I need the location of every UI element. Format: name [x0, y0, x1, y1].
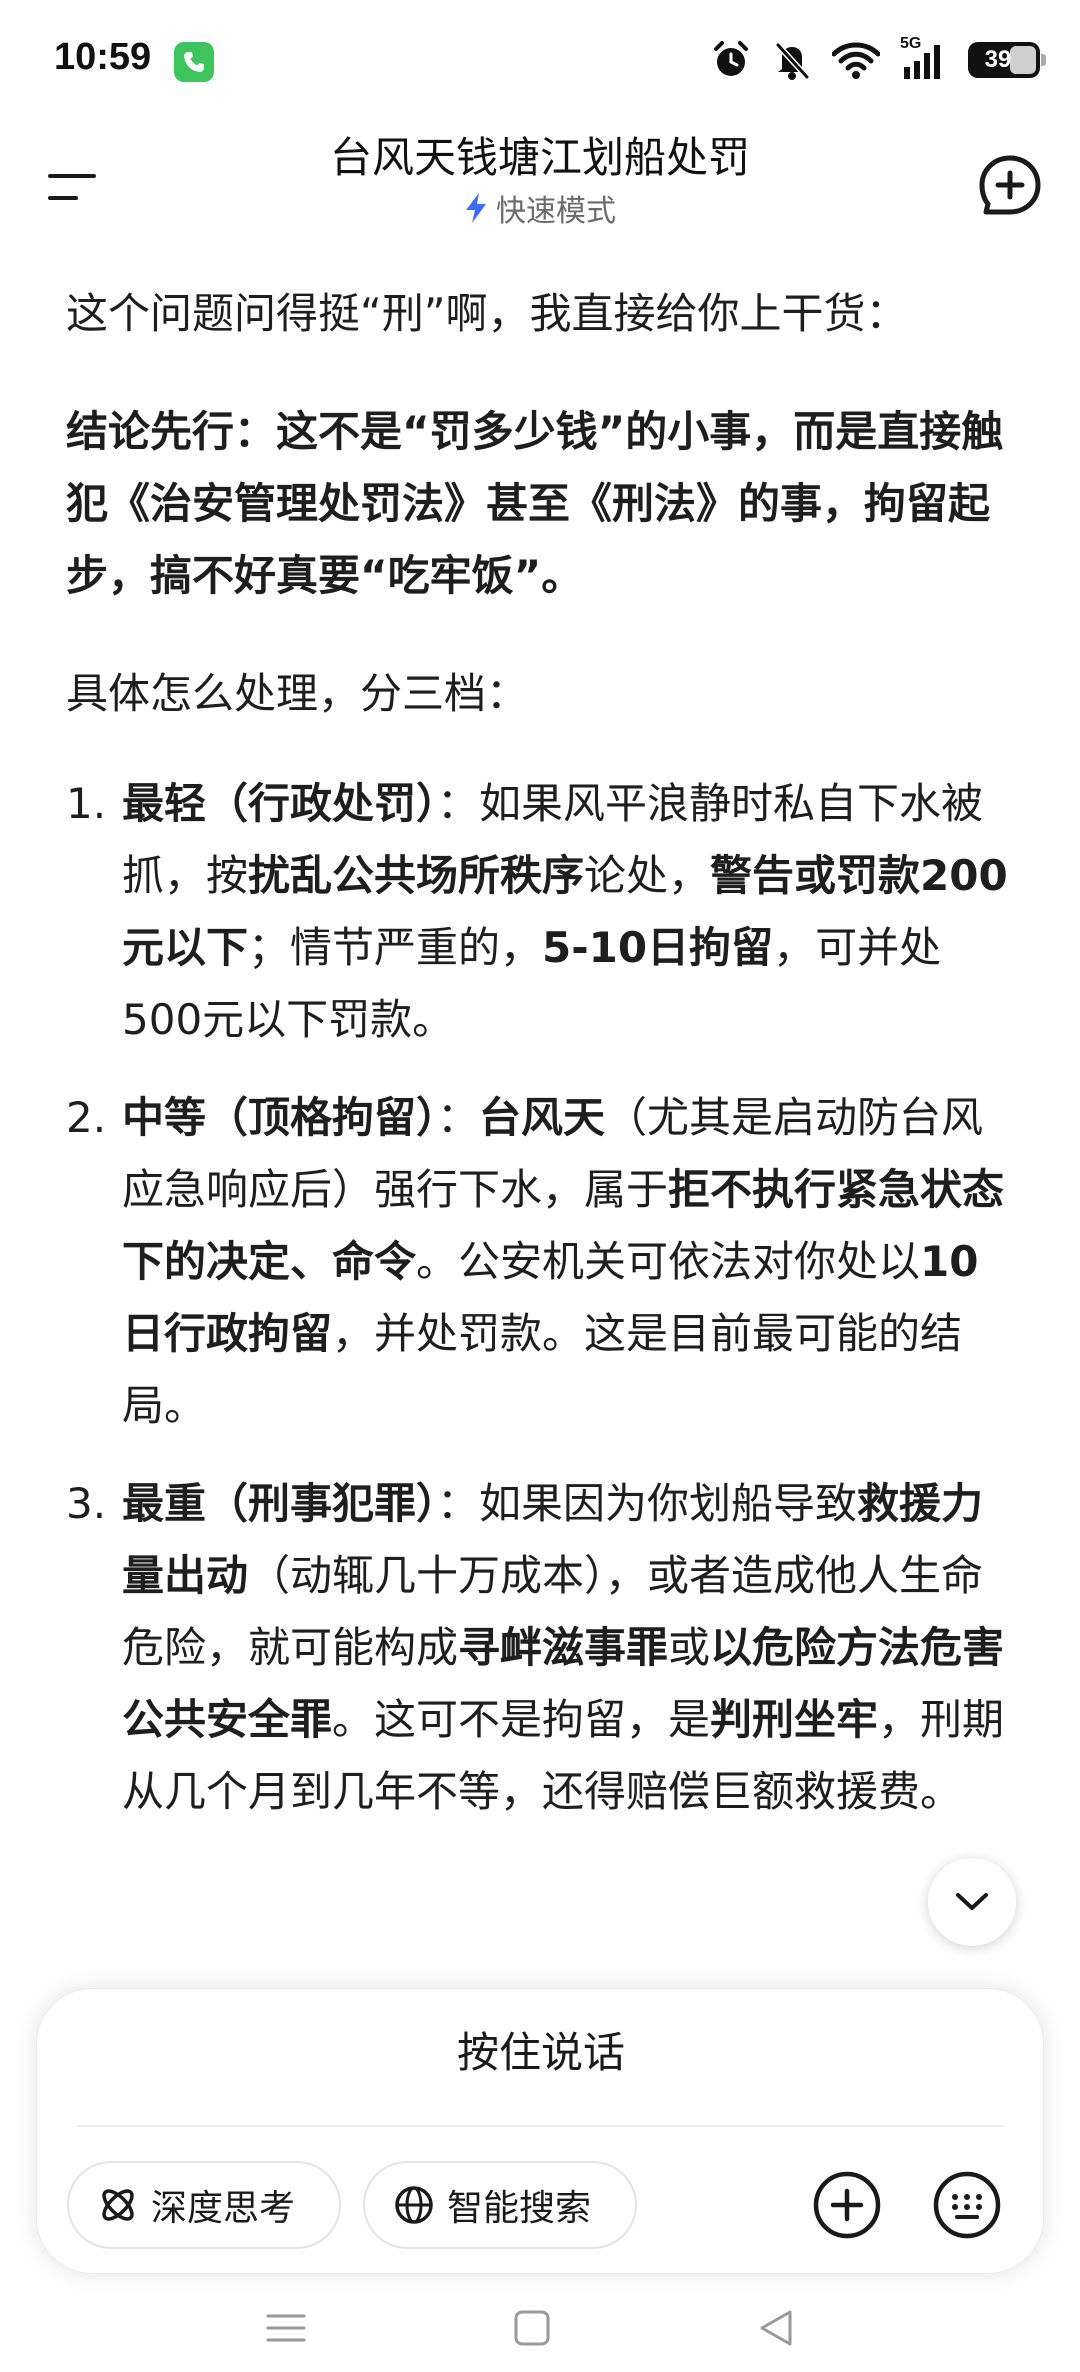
item-text: 如果因为你划船导致	[479, 1479, 858, 1528]
item-text: ；情节严重的，	[248, 923, 543, 972]
status-icons: 5G 39	[710, 35, 1046, 84]
lightning-icon	[466, 193, 486, 223]
new-chat-icon	[979, 155, 1041, 215]
item-sep: ：	[437, 1093, 480, 1142]
input-panel: 按住说话 深度思考 智能搜索	[36, 1988, 1044, 2274]
item-text: 或	[668, 1623, 711, 1672]
item-sep: ：	[437, 779, 480, 828]
wifi-icon	[832, 42, 880, 79]
item-text: 论处，	[584, 851, 711, 900]
chat-header: 台风天钱塘江划船处罚 快速模式	[0, 120, 1080, 260]
item-bold: 寻衅滋事罪	[458, 1623, 669, 1672]
home-icon[interactable]	[512, 2308, 552, 2348]
add-attachment-button[interactable]	[803, 2161, 891, 2249]
back-icon[interactable]	[756, 2308, 796, 2348]
mode-indicator[interactable]: 快速模式	[0, 186, 1080, 230]
chevron-down-icon	[956, 1893, 988, 1910]
mode-label: 快速模式	[496, 194, 616, 229]
page-title[interactable]: 台风天钱塘江划船处罚	[0, 124, 1080, 185]
new-chat-button[interactable]	[974, 150, 1046, 222]
list-number: 2.	[66, 1093, 107, 1142]
list-item: 2. 中等（顶格拘留）：台风天（尤其是启动防台风应急响应后）强行下水，属于拒不执…	[66, 1082, 1016, 1442]
mute-bell-icon	[775, 42, 810, 80]
smart-search-label: 智能搜索	[447, 2188, 592, 2229]
divider	[77, 2125, 1005, 2127]
list-number: 3.	[66, 1479, 107, 1528]
list-item: 1. 最轻（行政处罚）：如果风平浪静时私自下水被抓，按扰乱公共场所秩序论处，警告…	[66, 768, 1016, 1056]
lead-text: 具体怎么处理，分三档：	[66, 669, 529, 718]
scroll-down-button[interactable]	[928, 1858, 1016, 1946]
plus-circle-icon	[813, 2171, 881, 2239]
item-text: 。这可不是拘留，是	[332, 1695, 711, 1744]
item-title: 中等（顶格拘留）	[122, 1093, 438, 1142]
alarm-icon	[714, 41, 748, 76]
system-nav-bar	[0, 2300, 1080, 2372]
list-item: 3. 最重（刑事犯罪）：如果因为你划船导致救援力量出动（动辄几十万成本），或者造…	[66, 1468, 1016, 1828]
status-bar: 10:59 5G 39	[0, 0, 1080, 120]
chat-message: 这个问题问得挺“刑”啊，我直接给你上干货： 结论先行：这不是“罚多少钱”的小事，…	[66, 280, 1016, 1854]
item-bold: 判刑坐牢	[710, 1695, 879, 1744]
item-sep: ：	[437, 1479, 480, 1528]
globe-icon	[395, 2186, 433, 2224]
signal-icon: 5G	[900, 35, 948, 81]
item-bold: 台风天	[479, 1093, 606, 1142]
list-number: 1.	[66, 779, 107, 828]
intro-text: 这个问题问得挺“刑”啊，我直接给你上干货：	[66, 289, 908, 338]
smart-search-button[interactable]: 智能搜索	[363, 2161, 637, 2249]
conclusion-text: 结论先行：这不是“罚多少钱”的小事，而是直接触犯《治安管理处罚法》甚至《刑法》的…	[66, 407, 1004, 600]
item-title: 最重（刑事犯罪）	[122, 1479, 438, 1528]
hold-to-talk-button[interactable]: 按住说话	[37, 1989, 1045, 2109]
keyboard-button[interactable]	[923, 2161, 1011, 2249]
keyboard-icon	[933, 2171, 1001, 2239]
status-time: 10:59	[54, 36, 152, 78]
recent-apps-icon[interactable]	[266, 2308, 306, 2348]
deep-think-button[interactable]: 深度思考	[67, 2161, 341, 2249]
item-bold: 5-10日拘留	[542, 923, 774, 972]
battery-level: 39	[984, 46, 1012, 73]
item-bold: 扰乱公共场所秩序	[248, 851, 585, 900]
battery-icon: 39	[968, 42, 1046, 78]
phone-icon	[174, 42, 214, 82]
item-text: 。公安机关可依法对你处以	[416, 1237, 921, 1286]
item-title: 最轻（行政处罚）	[122, 779, 438, 828]
penalty-list: 1. 最轻（行政处罚）：如果风平浪静时私自下水被抓，按扰乱公共场所秩序论处，警告…	[66, 768, 1016, 1828]
atom-icon	[102, 2189, 134, 2221]
deep-think-label: 深度思考	[151, 2188, 296, 2229]
